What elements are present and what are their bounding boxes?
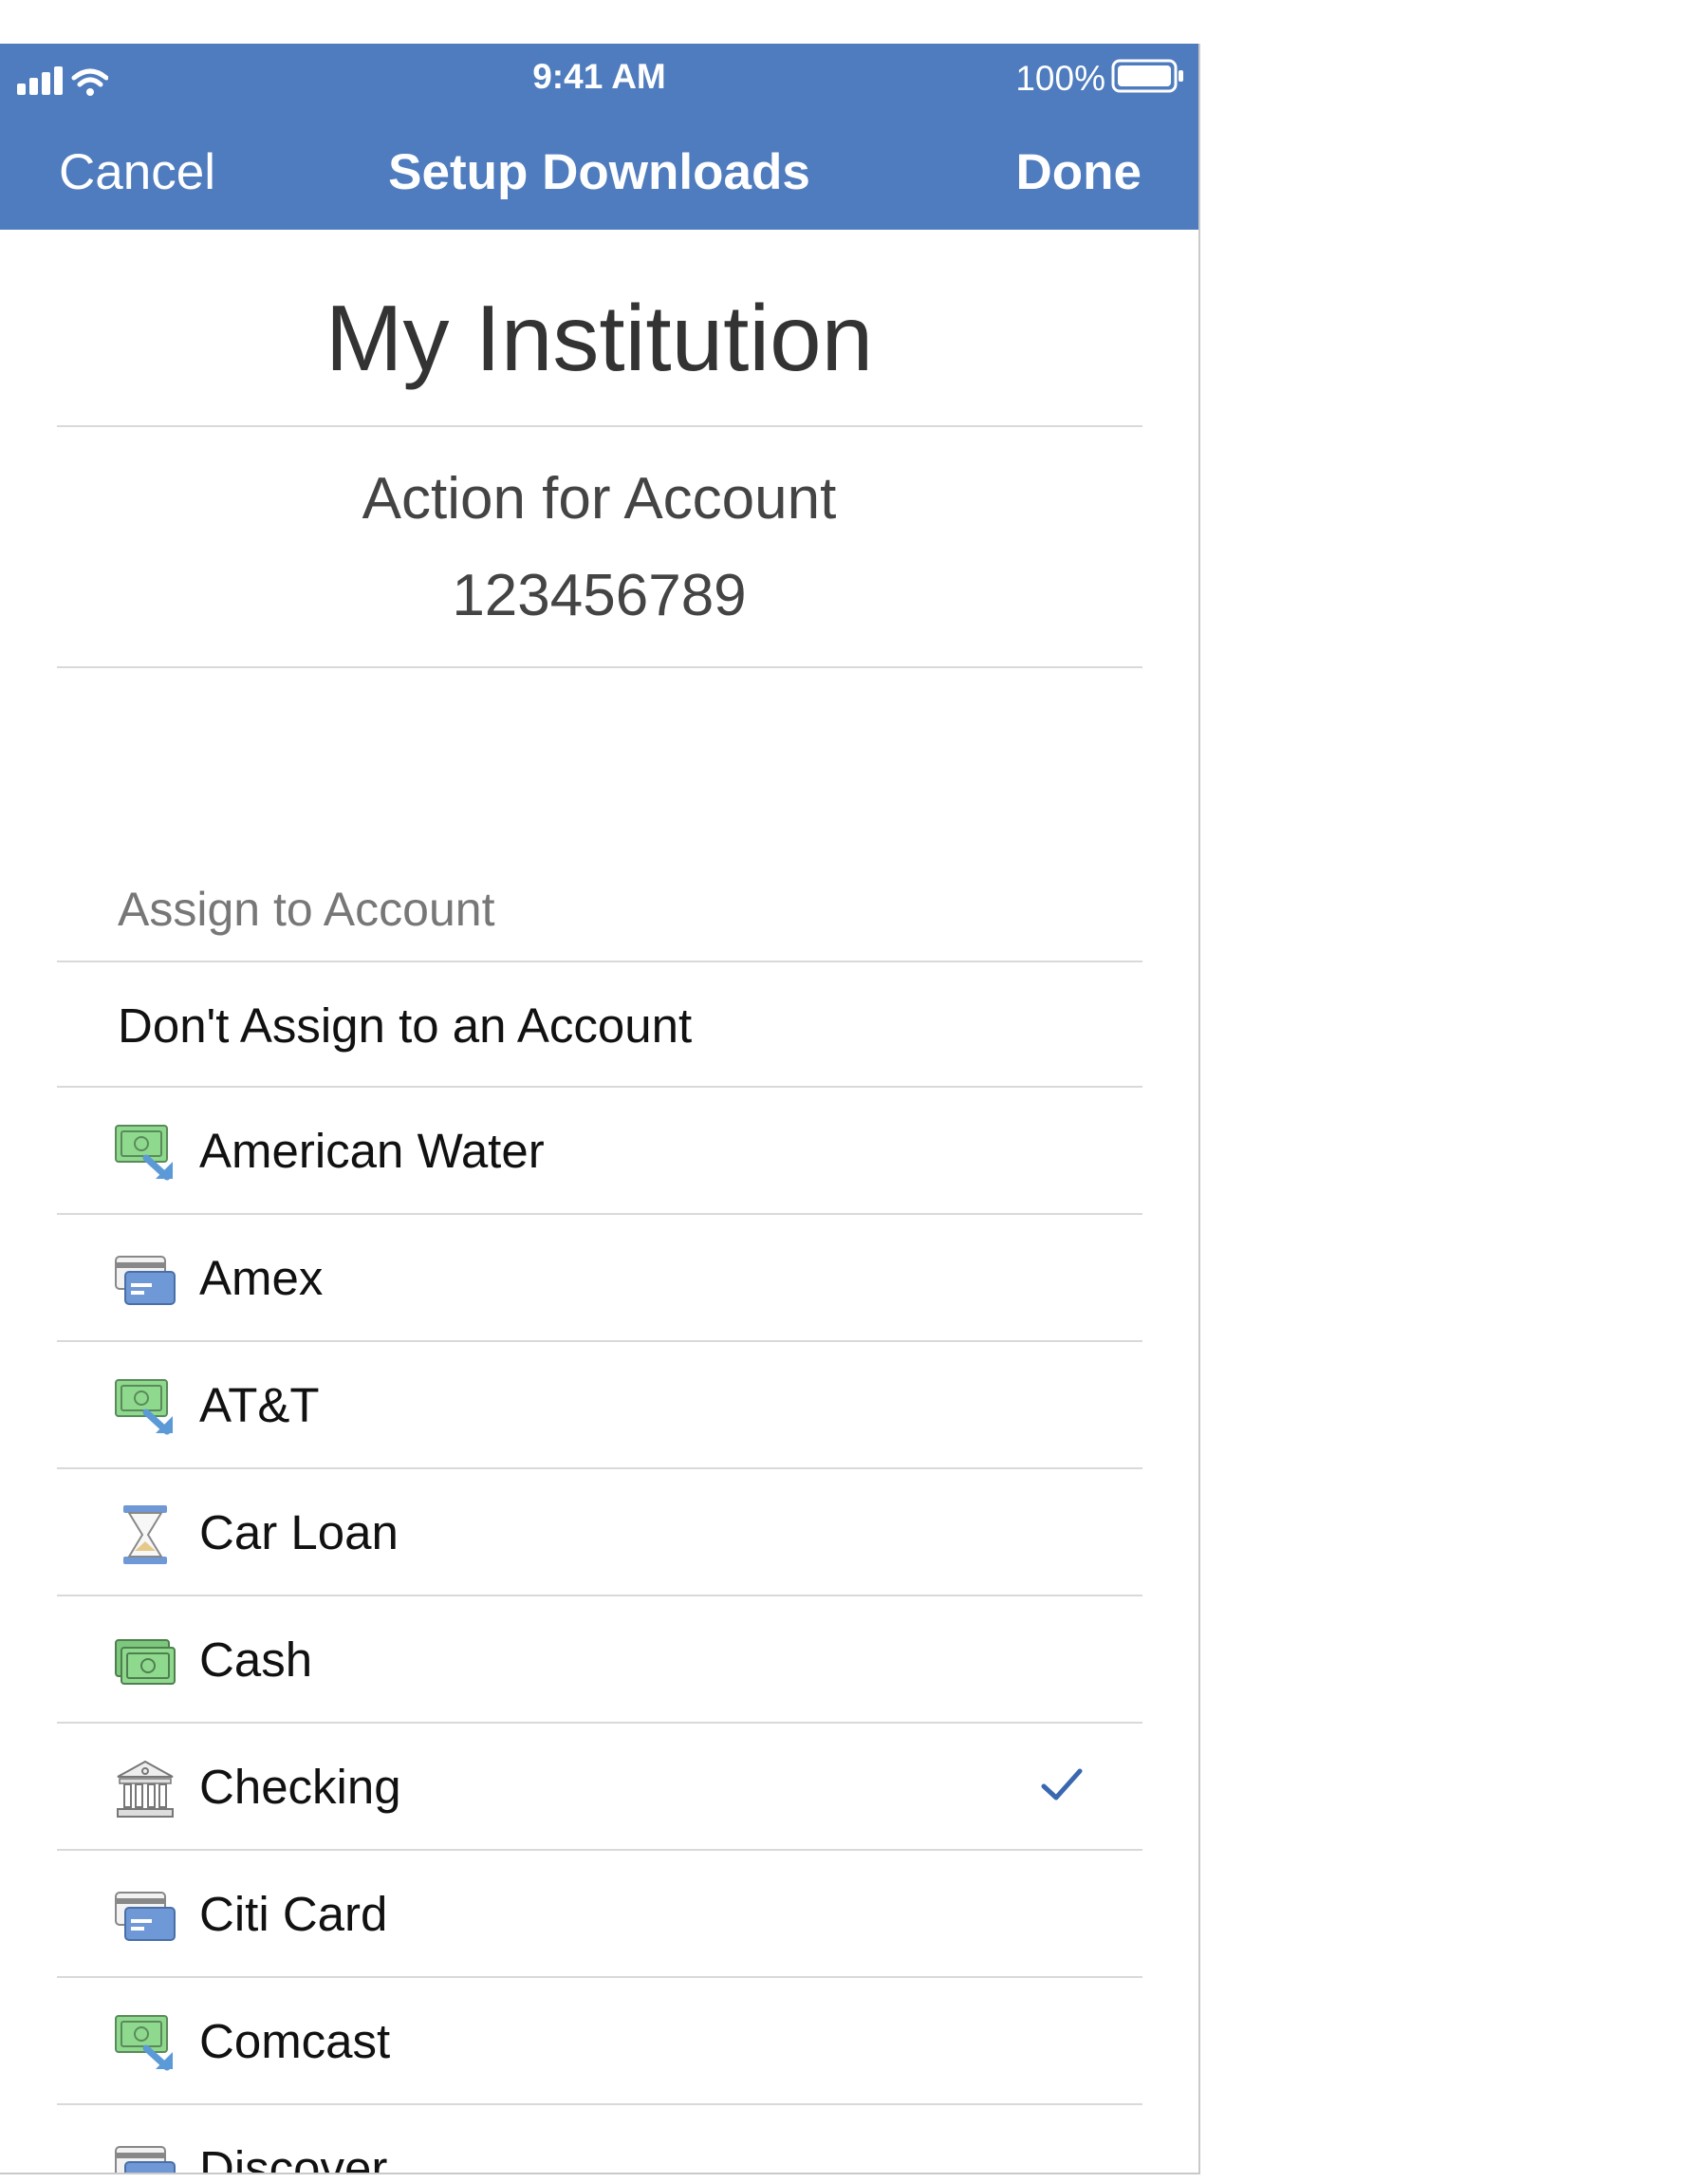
credit-card-icon — [115, 1892, 176, 1941]
assign-section-header: Assign to Account — [118, 883, 495, 936]
battery-icon — [1111, 59, 1183, 93]
account-row-american-water[interactable]: American Water — [57, 1086, 1142, 1215]
institution-name: My Institution — [325, 286, 874, 390]
account-row-att[interactable]: AT&T — [57, 1340, 1142, 1469]
bill-icon — [115, 1125, 173, 1181]
account-label: Car Loan — [199, 1505, 399, 1559]
navigation-bar: 9:41 AM 100% Cancel Setup Downloads Done — [0, 44, 1198, 230]
phone-screen: 9:41 AM 100% Cancel Setup Downloads Done… — [0, 44, 1200, 2174]
done-button[interactable]: Done — [1016, 139, 1142, 207]
divider — [57, 666, 1142, 668]
account-label: Citi Card — [199, 1887, 388, 1941]
account-label: Amex — [199, 1251, 324, 1305]
dont-assign-row[interactable]: Don't Assign to an Account — [57, 961, 1142, 1090]
hourglass-icon — [123, 1505, 167, 1564]
battery-percent: 100% — [1015, 59, 1105, 98]
account-row-citi-card[interactable]: Citi Card — [57, 1849, 1142, 1978]
account-label: American Water — [199, 1124, 545, 1178]
account-label: Checking — [199, 1760, 401, 1814]
account-row-amex[interactable]: Amex — [57, 1213, 1142, 1342]
account-label: Comcast — [199, 2014, 391, 2068]
action-for-account-label: Action for Account — [362, 466, 837, 532]
account-label: Cash — [199, 1633, 313, 1687]
account-row-comcast[interactable]: Comcast — [57, 1976, 1142, 2105]
account-row-cash[interactable]: Cash — [57, 1595, 1142, 1724]
account-row-checking[interactable]: Checking — [57, 1722, 1142, 1851]
account-label: Discover — [199, 2141, 388, 2174]
bank-icon — [117, 1760, 174, 1818]
credit-card-icon — [115, 2146, 176, 2173]
account-row-discover[interactable]: Discover — [57, 2103, 1142, 2174]
bill-icon — [115, 1379, 173, 1435]
account-label: AT&T — [199, 1378, 320, 1432]
account-row-car-loan[interactable]: Car Loan — [57, 1467, 1142, 1596]
bill-icon — [115, 2015, 173, 2071]
divider — [57, 425, 1142, 427]
credit-card-icon — [115, 1256, 176, 1305]
cash-icon — [115, 1639, 176, 1685]
checkmark-icon — [1041, 1768, 1083, 1801]
account-number: 123456789 — [452, 563, 747, 628]
dont-assign-label: Don't Assign to an Account — [118, 998, 693, 1053]
